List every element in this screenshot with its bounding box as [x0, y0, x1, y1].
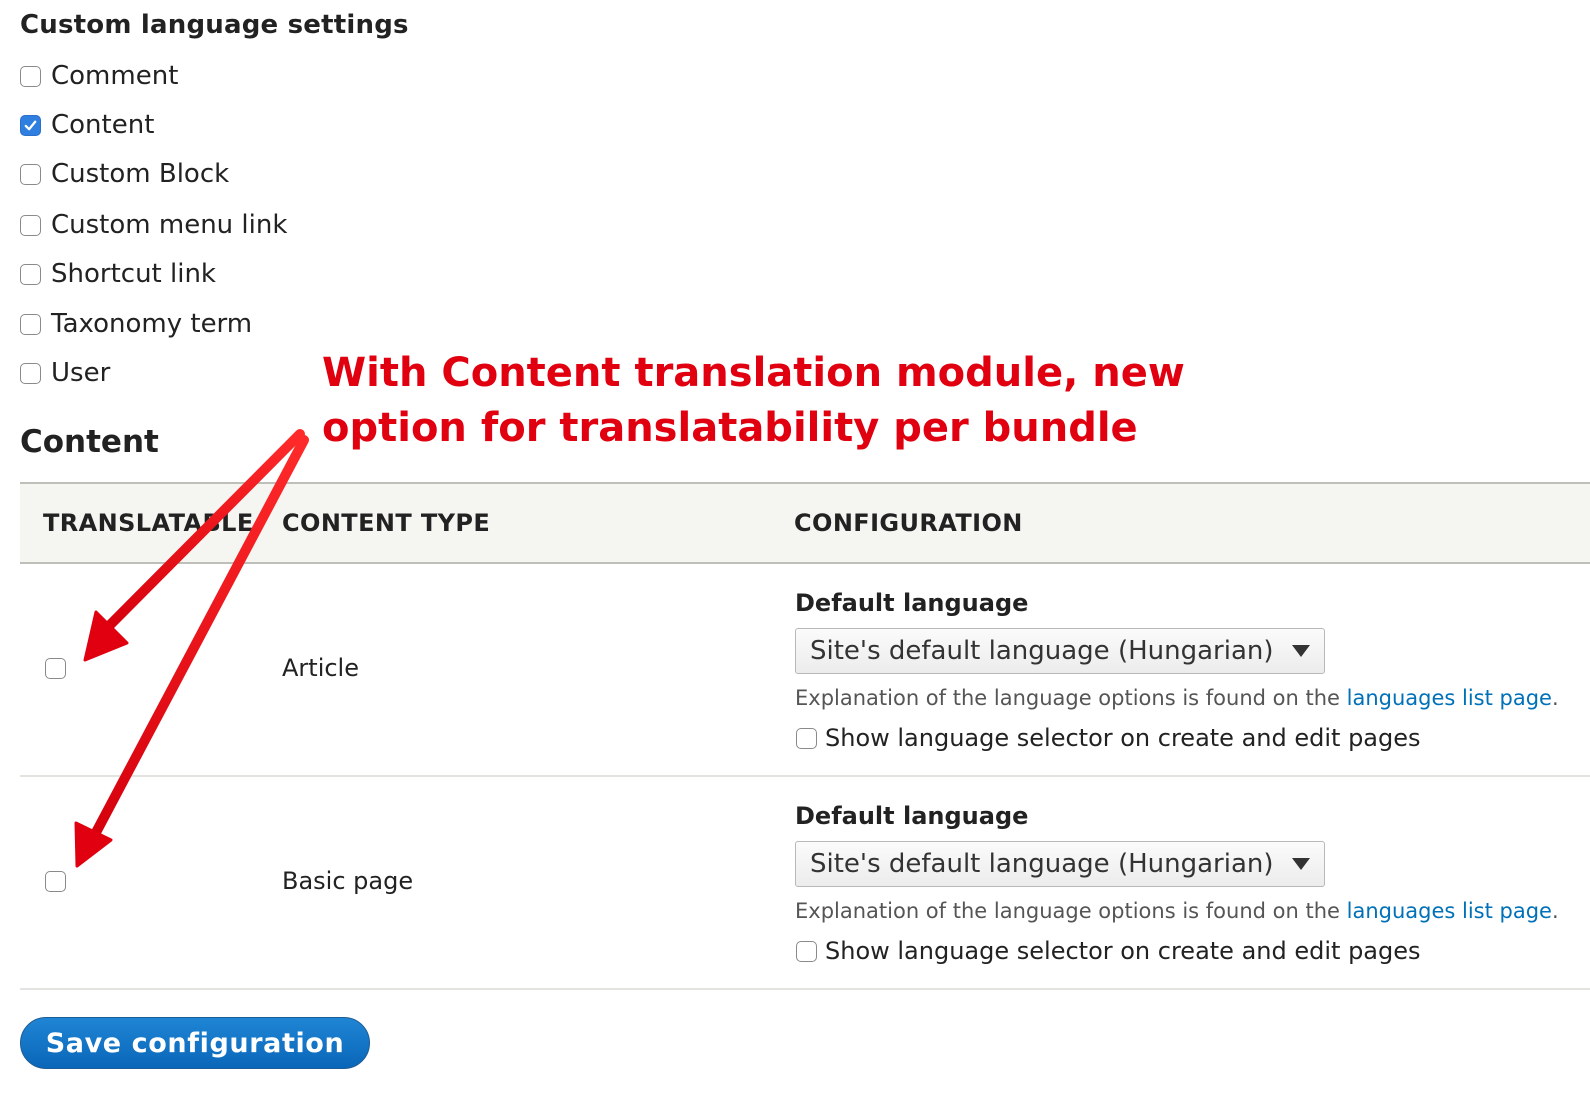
row-divider — [20, 775, 1590, 777]
entity-option-taxonomy-term[interactable]: Taxonomy term — [20, 308, 252, 340]
default-language-label: Default language — [795, 802, 1029, 830]
checkbox[interactable] — [796, 940, 817, 962]
checkbox[interactable] — [796, 727, 817, 749]
save-configuration-button[interactable]: Save configuration — [20, 1017, 370, 1069]
content-type-basic-page: Basic page — [282, 867, 414, 895]
checkbox-label: Show language selector on create and edi… — [825, 937, 1421, 965]
languages-list-page-link[interactable]: languages list page — [1347, 899, 1552, 923]
description-suffix: . — [1551, 686, 1559, 710]
description-text: Explanation of the language options is f… — [795, 899, 1347, 923]
select-value: Site's default language (Hungarian) — [810, 849, 1274, 879]
languages-list-page-link[interactable]: languages list page — [1347, 686, 1552, 710]
checkbox-label: Shortcut link — [51, 259, 216, 289]
show-language-selector-option[interactable]: Show language selector on create and edi… — [796, 936, 1421, 966]
language-options-description: Explanation of the language options is f… — [795, 686, 1559, 710]
annotation-callout: With Content translation module, new opt… — [322, 346, 1185, 456]
table-header: TRANSLATABLE CONTENT TYPE CONFIGURATION — [20, 482, 1590, 564]
checkbox-label: Taxonomy term — [51, 309, 253, 339]
content-type-article: Article — [282, 654, 359, 682]
checkmark-icon — [24, 120, 37, 130]
entity-option-content[interactable]: Content — [20, 109, 154, 141]
column-header-content-type[interactable]: CONTENT TYPE — [282, 484, 490, 562]
checkbox[interactable] — [20, 214, 41, 236]
row-divider — [20, 988, 1590, 990]
entity-option-shortcut-link[interactable]: Shortcut link — [20, 258, 216, 290]
annotation-line-1: With Content translation module, new — [322, 350, 1185, 396]
entity-option-custom-block[interactable]: Custom Block — [20, 158, 229, 190]
annotation-line-2: option for translatability per bundle — [322, 405, 1138, 451]
translatable-checkbox-article[interactable] — [45, 658, 66, 679]
checkbox[interactable] — [20, 263, 41, 285]
checkbox-label: Content — [51, 110, 155, 140]
column-header-translatable[interactable]: TRANSLATABLE — [43, 484, 254, 562]
default-language-label: Default language — [795, 589, 1029, 617]
checkbox-label: Show language selector on create and edi… — [825, 724, 1421, 752]
checkbox-label: Custom Block — [51, 159, 230, 189]
checkbox-label: Comment — [51, 61, 179, 91]
content-section-title: Content — [20, 424, 159, 460]
default-language-select[interactable]: Site's default language (Hungarian) — [795, 628, 1325, 674]
translatable-checkbox-basic-page[interactable] — [45, 871, 66, 892]
checkbox[interactable] — [20, 163, 41, 185]
caret-down-icon — [1292, 645, 1310, 657]
custom-language-settings-title: Custom language settings — [20, 10, 409, 40]
checkbox-checked[interactable] — [20, 114, 41, 136]
language-options-description: Explanation of the language options is f… — [795, 899, 1559, 923]
entity-option-comment[interactable]: Comment — [20, 60, 178, 92]
show-language-selector-option[interactable]: Show language selector on create and edi… — [796, 723, 1421, 753]
checkbox[interactable] — [20, 65, 41, 87]
caret-down-icon — [1292, 858, 1310, 870]
default-language-select[interactable]: Site's default language (Hungarian) — [795, 841, 1325, 887]
description-suffix: . — [1551, 899, 1559, 923]
entity-option-custom-menu-link[interactable]: Custom menu link — [20, 209, 287, 241]
column-header-configuration: CONFIGURATION — [794, 509, 1023, 537]
checkbox-label: User — [51, 358, 111, 388]
select-value: Site's default language (Hungarian) — [810, 636, 1274, 666]
description-text: Explanation of the language options is f… — [795, 686, 1347, 710]
checkbox-label: Custom menu link — [51, 210, 288, 240]
checkbox[interactable] — [20, 362, 41, 384]
entity-option-user[interactable]: User — [20, 357, 110, 389]
checkbox[interactable] — [20, 313, 41, 335]
